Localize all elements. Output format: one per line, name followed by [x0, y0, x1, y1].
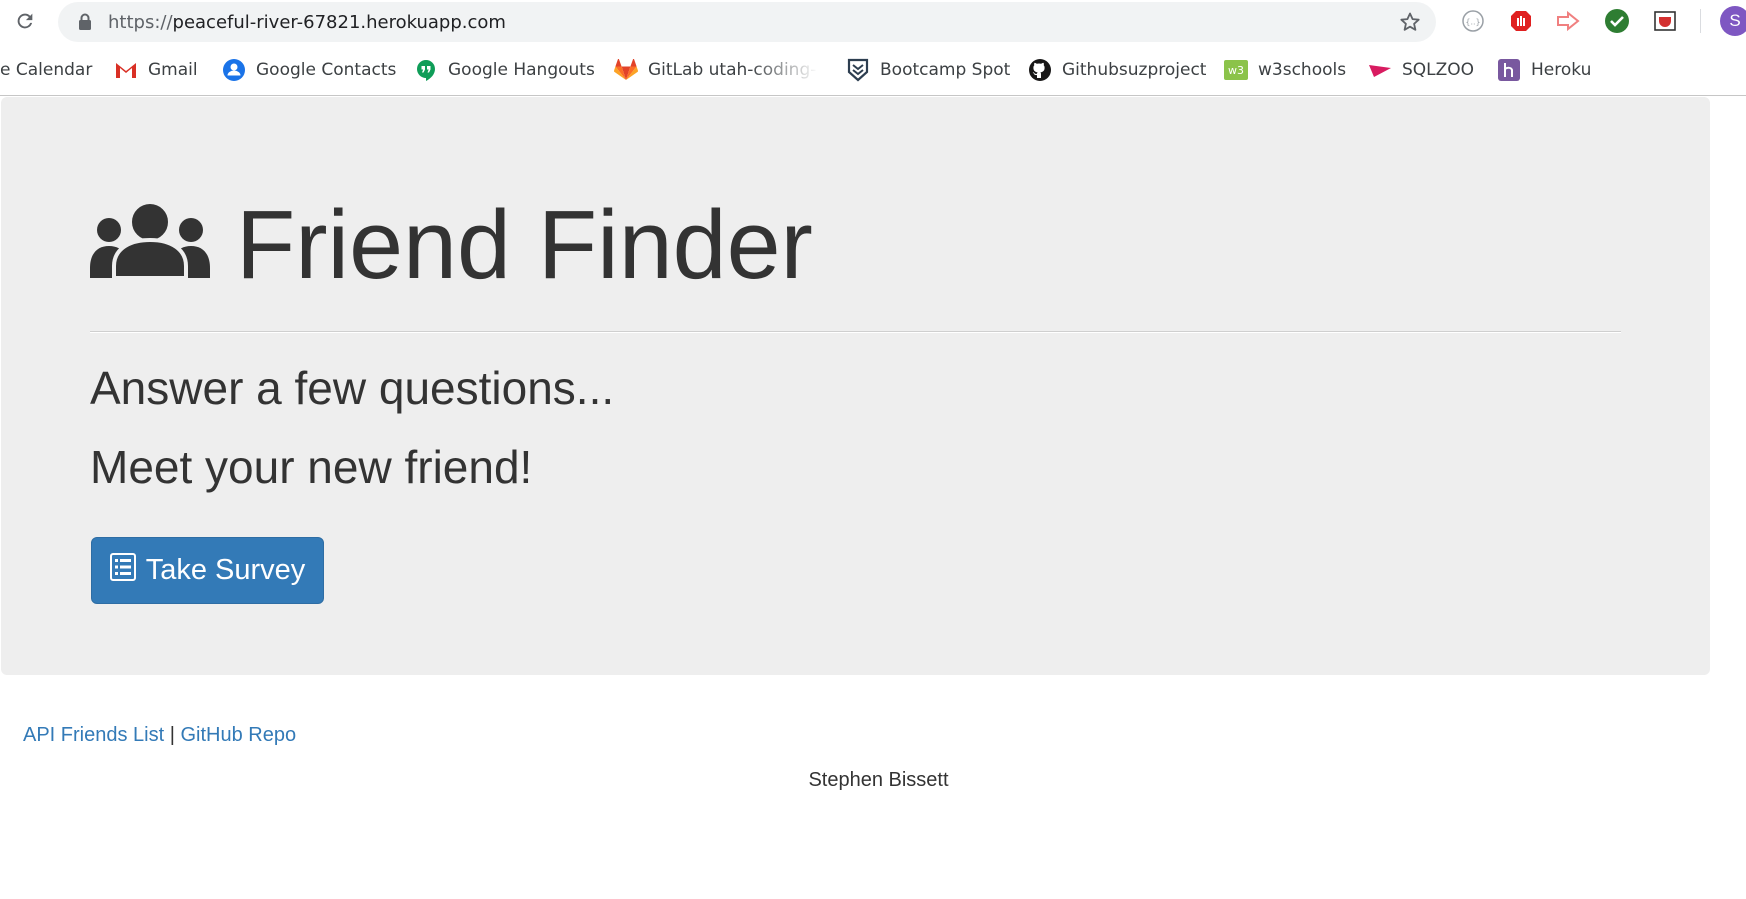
- bookmark-gmail[interactable]: Gmail: [114, 57, 198, 83]
- bookmark-bootcamp-spot[interactable]: Bootcamp Spot: [846, 57, 1010, 83]
- github-repo-link[interactable]: GitHub Repo: [181, 724, 297, 746]
- bookmark-label: GitLab utah-coding-b: [648, 60, 818, 80]
- title-text: Friend Finder: [236, 190, 813, 299]
- bookmark-label: Githubsuzproject: [1062, 60, 1207, 80]
- address-bar[interactable]: https://peaceful-river-67821.herokuapp.c…: [58, 2, 1436, 42]
- contacts-icon: [222, 58, 246, 82]
- lead-text-2: Meet your new friend!: [90, 441, 533, 493]
- gmail-icon: [114, 58, 138, 82]
- gitlab-icon: [614, 58, 638, 82]
- reload-icon[interactable]: [12, 8, 38, 34]
- json-viewer-extension-icon[interactable]: {..}: [1460, 8, 1486, 34]
- toolbar-separator: [1700, 9, 1701, 33]
- divider: [90, 331, 1621, 333]
- bookmark-google-contacts[interactable]: Google Contacts: [222, 57, 396, 83]
- footer-links: API Friends List | GitHub Repo: [23, 724, 296, 747]
- svg-text:w3: w3: [1228, 64, 1244, 77]
- bookmark-calendar[interactable]: e Calendar: [0, 57, 92, 83]
- browser-toolbar: https://peaceful-river-67821.herokuapp.c…: [0, 0, 1746, 42]
- users-icon: [90, 190, 210, 300]
- take-survey-label: Take Survey: [145, 554, 306, 586]
- api-friends-list-link[interactable]: API Friends List: [23, 724, 164, 746]
- sqlzoo-icon: [1368, 58, 1392, 82]
- adblock-extension-icon[interactable]: [1508, 8, 1534, 34]
- take-survey-button[interactable]: Take Survey: [91, 537, 324, 604]
- bookmark-label: Bootcamp Spot: [880, 60, 1011, 80]
- footer-separator: |: [169, 724, 175, 746]
- bookmark-w3schools[interactable]: w3 w3schools: [1224, 57, 1346, 83]
- bookmark-label: Gmail: [148, 60, 198, 80]
- pocket-extension-icon[interactable]: [1652, 8, 1678, 34]
- bookmark-label: SQLZOO: [1402, 60, 1475, 80]
- svg-text:{..}: {..}: [1465, 18, 1480, 27]
- bookmark-heroku[interactable]: Heroku: [1497, 57, 1591, 83]
- author-credit: Stephen Bissett: [808, 769, 949, 791]
- github-icon: [1028, 58, 1052, 82]
- chrome-divider: [0, 95, 1746, 96]
- bookmark-gitlab[interactable]: GitLab utah-coding-b: [614, 57, 818, 83]
- hangouts-icon: [414, 58, 438, 82]
- list-alt-icon: [109, 552, 136, 589]
- heroku-icon: [1497, 58, 1521, 82]
- page-title: Friend Finder: [90, 190, 813, 300]
- bookmark-label: Google Contacts: [256, 60, 397, 80]
- bookmark-google-hangouts[interactable]: Google Hangouts: [414, 57, 595, 83]
- bookmark-label: e Calendar: [0, 60, 93, 80]
- bookmark-githubsuzproject[interactable]: Githubsuzproject: [1028, 57, 1206, 83]
- bookmark-star-icon[interactable]: [1398, 10, 1422, 39]
- profile-avatar[interactable]: S: [1720, 6, 1746, 36]
- bookmark-sqlzoo[interactable]: SQLZOO: [1368, 57, 1474, 83]
- lock-icon: [78, 13, 92, 36]
- w3schools-icon: w3: [1224, 58, 1248, 82]
- lead-text-1: Answer a few questions...: [90, 362, 615, 414]
- url-text[interactable]: https://peaceful-river-67821.herokuapp.c…: [108, 12, 506, 33]
- bootcamp-icon: [846, 58, 870, 82]
- bookmark-label: w3schools: [1258, 60, 1347, 80]
- check-extension-icon[interactable]: [1604, 8, 1630, 34]
- arrow-extension-icon[interactable]: [1556, 8, 1582, 34]
- bookmark-label: Google Hangouts: [448, 60, 595, 80]
- bookmarks-bar: e Calendar Gmail Google Contacts Google …: [0, 48, 1746, 92]
- bookmark-label: Heroku: [1531, 60, 1592, 80]
